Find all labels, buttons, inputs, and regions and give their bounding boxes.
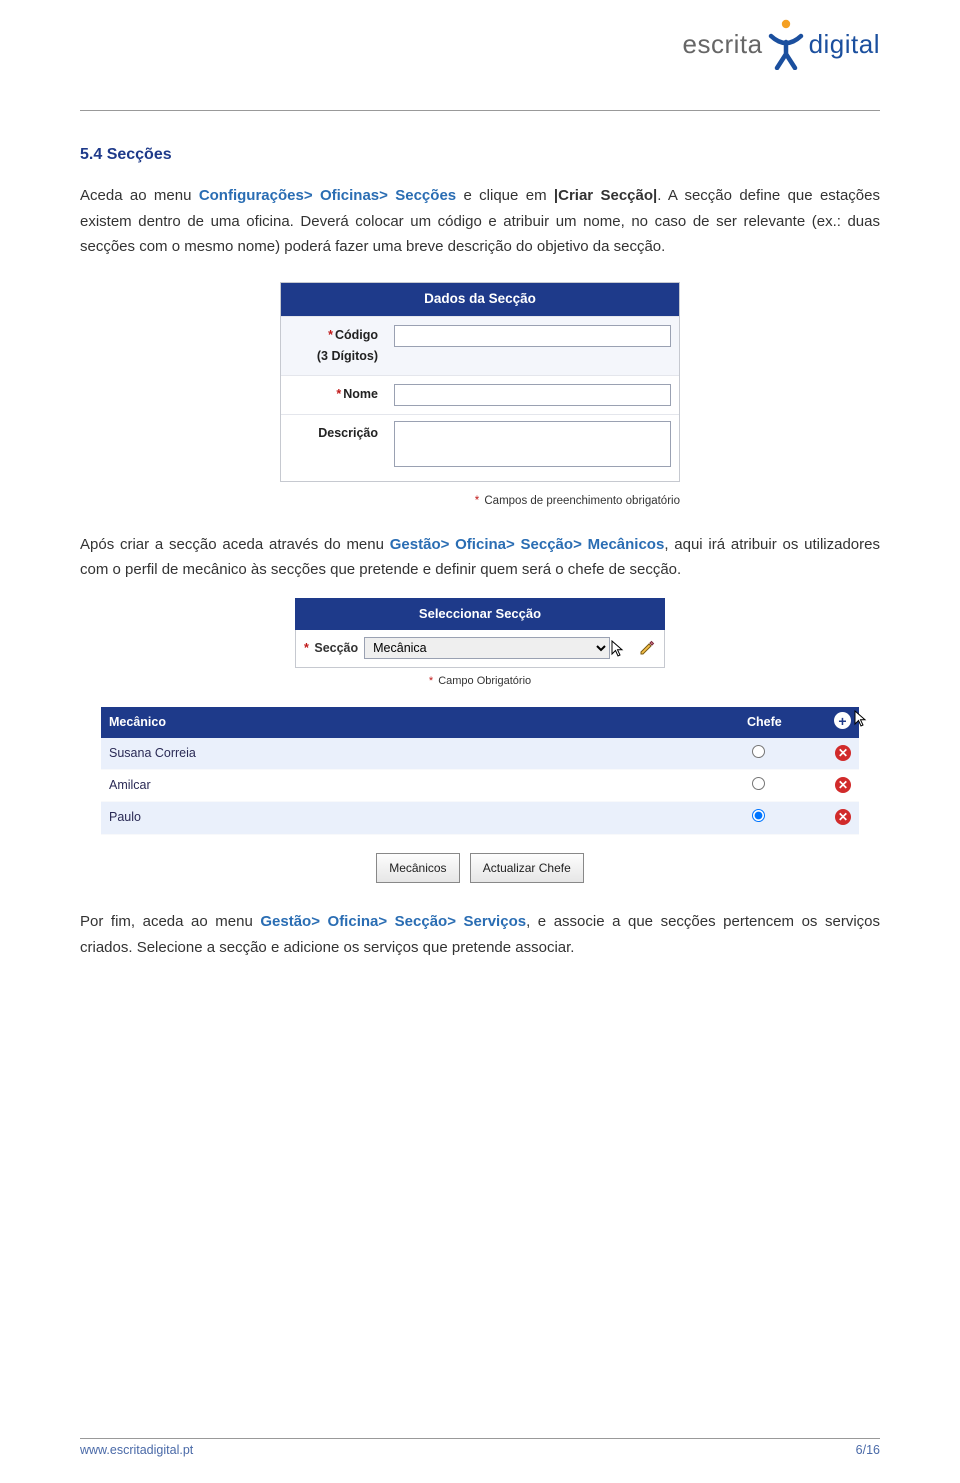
table-mecanicos: Mecânico Chefe + Susana Correia ✕ Amilcar ✕… xyxy=(101,707,859,835)
form-seleccionar-seccao: Seleccionar Secção * Secção Mecânica xyxy=(295,598,665,668)
footer-page: 6/16 xyxy=(856,1443,880,1457)
label-codigo: *Código (3 Dígitos) xyxy=(281,317,386,376)
col-header-chefe: Chefe xyxy=(747,712,817,733)
required-icon: * xyxy=(336,387,341,401)
logo-word-1: escrita xyxy=(682,29,762,60)
form-dados-seccao: Dados da Secção *Código (3 Dígitos) *Nom… xyxy=(280,282,680,482)
select-seccao[interactable]: Mecânica xyxy=(364,637,610,659)
form-title: Dados da Secção xyxy=(281,283,679,316)
person-icon xyxy=(765,18,807,70)
radio-chefe[interactable] xyxy=(752,777,765,790)
cell-mecanico: Paulo xyxy=(109,807,747,828)
input-nome[interactable] xyxy=(394,384,671,406)
action-bold: |Criar Secção| xyxy=(554,187,657,204)
add-icon[interactable]: + xyxy=(834,712,851,729)
menu-path-link: Gestão> Oficina> Secção> Mecânicos xyxy=(390,536,665,553)
label-nome: *Nome xyxy=(281,376,386,414)
button-row: Mecânicos Actualizar Chefe xyxy=(80,853,880,883)
delete-icon[interactable]: ✕ xyxy=(835,809,851,825)
required-icon: * xyxy=(328,328,333,342)
header-rule xyxy=(80,110,880,111)
required-icon: * xyxy=(475,495,479,507)
col-header-mecanico: Mecânico xyxy=(109,712,747,733)
cursor-icon xyxy=(853,710,869,735)
delete-icon[interactable]: ✕ xyxy=(835,745,851,761)
header-logo: escrita digital xyxy=(682,18,880,70)
radio-chefe[interactable] xyxy=(752,745,765,758)
cursor-icon xyxy=(610,640,626,665)
mecanicos-button[interactable]: Mecânicos xyxy=(376,853,459,883)
logo-word-2: digital xyxy=(809,29,880,60)
table-row: Susana Correia ✕ xyxy=(101,738,859,770)
edit-icon[interactable] xyxy=(638,639,656,657)
table-row: Amilcar ✕ xyxy=(101,770,859,802)
table-row: Paulo ✕ xyxy=(101,802,859,834)
form-required-note: * Campos de preenchimento obrigatório xyxy=(280,492,680,512)
section-heading: 5.4 Secções xyxy=(80,141,880,168)
cell-mecanico: Susana Correia xyxy=(109,743,747,764)
paragraph-1: Aceda ao menu Configurações> Oficinas> S… xyxy=(80,183,880,260)
cell-mecanico: Amilcar xyxy=(109,775,747,796)
actualizar-chefe-button[interactable]: Actualizar Chefe xyxy=(470,853,584,883)
required-icon: * xyxy=(304,641,309,655)
label-descricao: Descrição xyxy=(281,415,386,482)
footer-site: www.escritadigital.pt xyxy=(80,1443,193,1457)
menu-path-link: Gestão> Oficina> Secção> Serviços xyxy=(260,913,526,930)
delete-icon[interactable]: ✕ xyxy=(835,777,851,793)
sel-title: Seleccionar Secção xyxy=(295,598,665,630)
textarea-descricao[interactable] xyxy=(394,421,671,467)
menu-path-link: Configurações> Oficinas> Secções xyxy=(199,187,456,204)
required-icon: * xyxy=(429,675,433,687)
paragraph-3: Por fim, aceda ao menu Gestão> Oficina> … xyxy=(80,909,880,960)
sel-required-note: * Campo Obrigatório xyxy=(295,672,665,691)
page-footer: www.escritadigital.pt 6/16 xyxy=(80,1438,880,1457)
radio-chefe[interactable] xyxy=(752,809,765,822)
paragraph-2: Após criar a secção aceda através do men… xyxy=(80,532,880,583)
input-codigo[interactable] xyxy=(394,325,671,347)
label-seccao: * Secção xyxy=(304,638,358,659)
